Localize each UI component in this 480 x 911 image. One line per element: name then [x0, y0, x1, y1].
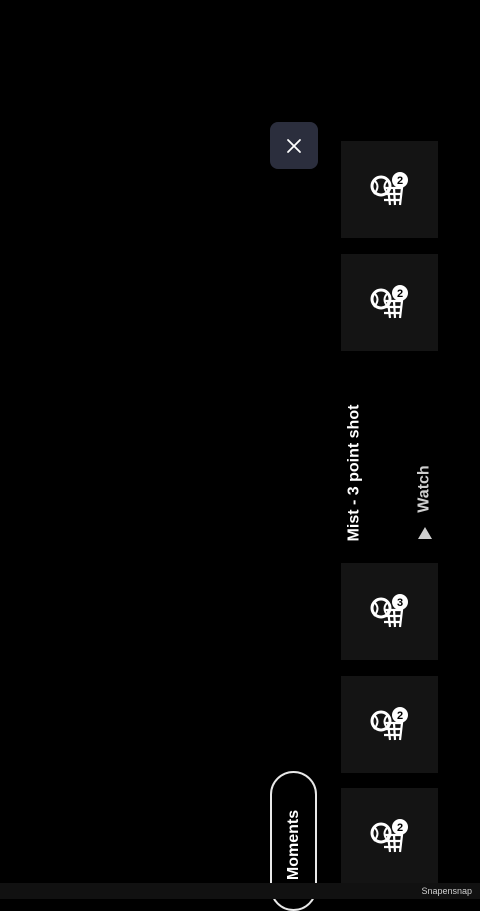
moment-count: 3 [396, 597, 402, 609]
moment-count: 2 [396, 175, 402, 187]
moment-tile-5[interactable]: 2 [341, 788, 438, 885]
moment-tile-3[interactable]: 3 [341, 563, 438, 660]
brand-label: Snapensnap [421, 886, 472, 896]
bottom-bar: Snapensnap [0, 883, 480, 899]
moments-label: Moments [284, 809, 302, 881]
basketball-hoop-icon: 2 [370, 706, 408, 740]
moment-tile-1[interactable]: 2 [341, 141, 438, 238]
watch-button[interactable]: Watch [414, 458, 436, 540]
watch-label: Watch [416, 465, 433, 513]
moment-count: 2 [396, 288, 402, 300]
close-icon [287, 138, 301, 153]
play-icon [418, 527, 432, 539]
close-button[interactable] [270, 122, 318, 169]
moment-tile-2[interactable]: 2 [341, 254, 438, 351]
event-title: Mist - 3 point shot [345, 404, 362, 541]
basketball-hoop-icon: 3 [370, 593, 408, 627]
moment-count: 2 [396, 710, 402, 722]
basketball-hoop-icon: 2 [370, 284, 408, 318]
basketball-hoop-icon: 2 [370, 171, 408, 205]
moment-count: 2 [396, 822, 402, 834]
moment-tile-4[interactable]: 2 [341, 676, 438, 773]
basketball-hoop-icon: 2 [370, 818, 408, 852]
